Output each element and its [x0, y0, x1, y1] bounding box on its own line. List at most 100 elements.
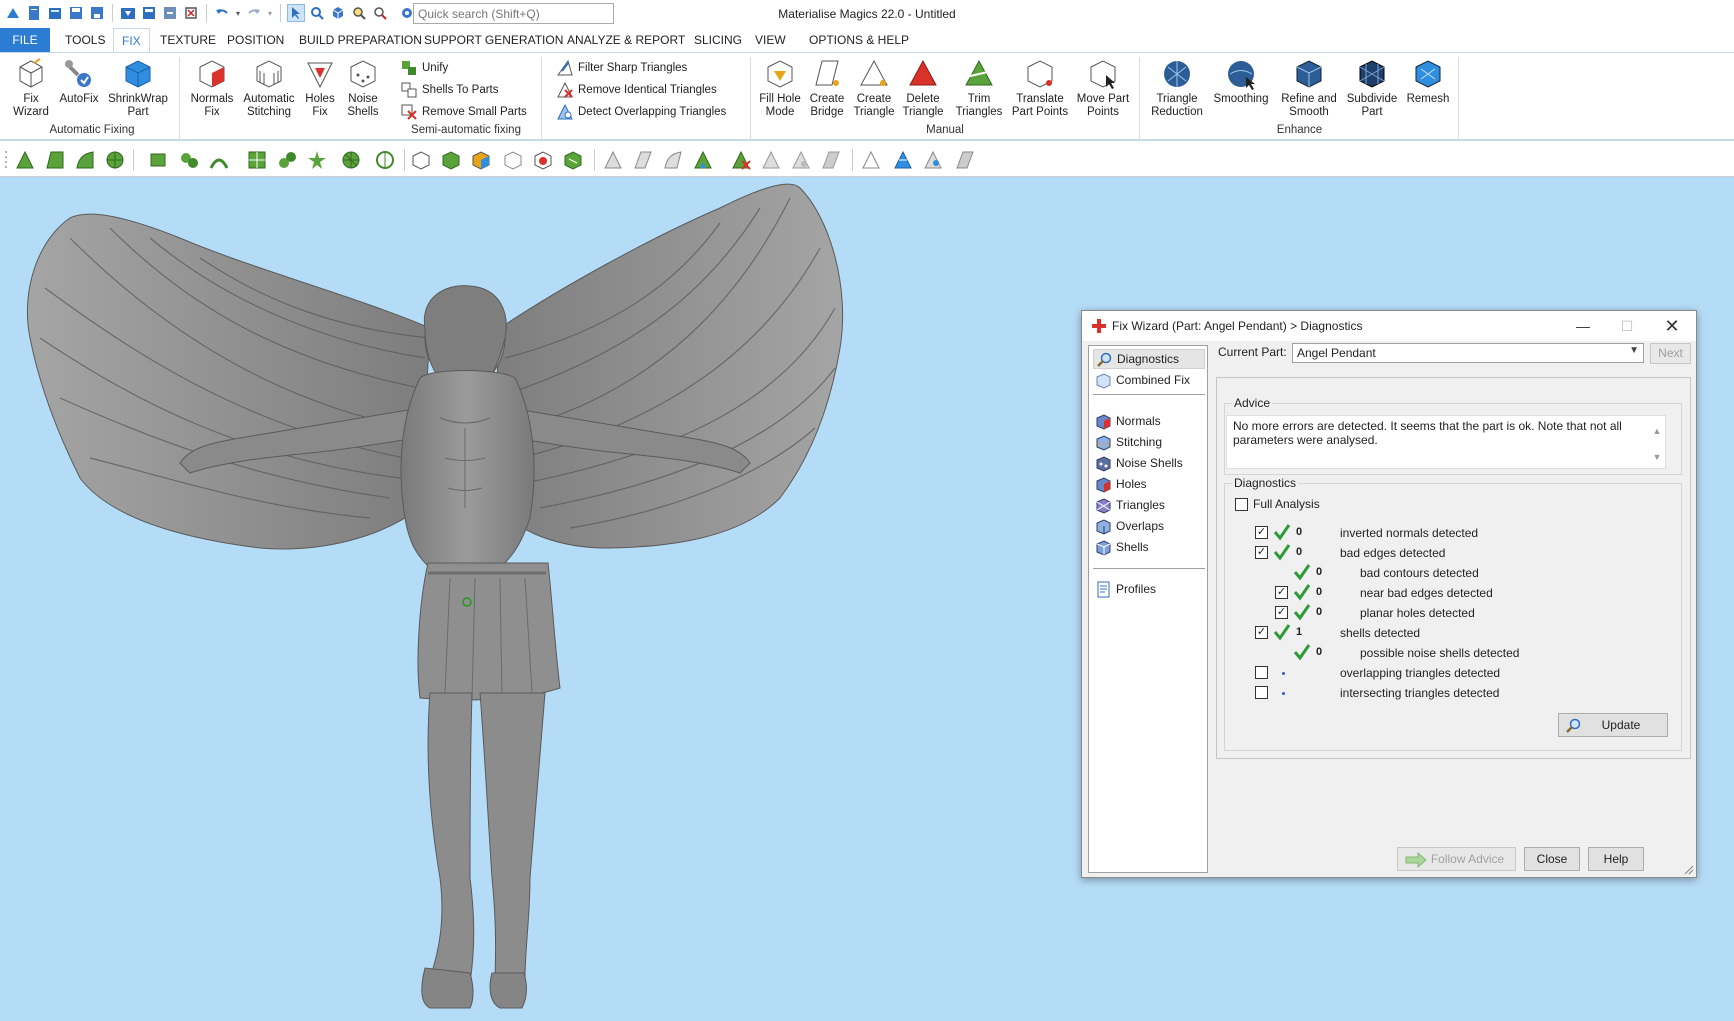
part-cube-outline-icon[interactable] [502, 149, 524, 171]
remove-small-parts-button[interactable]: Remove Small Parts [400, 102, 527, 122]
mark-lasso-icon[interactable] [178, 149, 200, 171]
nav-item-diagnostics[interactable]: Diagnostics [1093, 349, 1205, 369]
mark-grid-icon[interactable] [246, 149, 268, 171]
mark-triangle-icon[interactable] [14, 149, 36, 171]
close-button[interactable]: Close [1524, 847, 1580, 871]
mark-connected-icon[interactable] [276, 149, 298, 171]
search-triangle-icon[interactable] [922, 149, 944, 171]
marked-grey-3-icon[interactable] [820, 149, 842, 171]
overlapping-triangles-checkbox[interactable] [1255, 666, 1268, 679]
unmark-plane-icon[interactable] [632, 149, 654, 171]
close-window-button[interactable]: ✕ [1657, 315, 1687, 337]
bad-edges-checkbox[interactable]: ✓ [1255, 546, 1268, 559]
mark-shell-wire-icon[interactable] [374, 149, 396, 171]
automatic-stitching-button[interactable]: Automatic Stitching [240, 55, 298, 119]
window-title: Materialise Magics 22.0 - Untitled [778, 7, 956, 21]
tab-fix[interactable]: FIX [113, 28, 150, 52]
shrinkwrap-part-button[interactable]: ShrinkWrap Part [104, 55, 172, 119]
noise-shells-button[interactable]: Noise Shells [342, 55, 384, 119]
shells-to-parts-button[interactable]: Shells To Parts [400, 80, 499, 100]
full-analysis-checkbox[interactable] [1235, 498, 1248, 511]
tab-file[interactable]: FILE [0, 28, 50, 52]
follow-advice-button[interactable]: Follow Advice [1397, 847, 1516, 871]
holes-fix-button[interactable]: Holes Fix [300, 55, 340, 119]
fill-hole-mode-button[interactable]: Fill Hole Mode [757, 55, 803, 119]
next-button[interactable]: Next [1650, 343, 1691, 364]
invert-marking-icon[interactable] [692, 149, 714, 171]
remove-identical-triangles-button[interactable]: Remove Identical Triangles [556, 80, 717, 100]
trim-triangles-button[interactable]: Trim Triangles [949, 55, 1009, 119]
tab-tools[interactable]: TOOLS [57, 28, 113, 52]
profiles-document-icon [1097, 581, 1110, 597]
mark-window-icon[interactable] [148, 149, 170, 171]
advice-scrollbar[interactable]: ▲ ▼ [1651, 418, 1663, 470]
normals-fix-button[interactable]: Normals Fix [186, 55, 238, 119]
mark-star-icon[interactable] [306, 149, 328, 171]
unmark-triangle-icon[interactable] [602, 149, 624, 171]
delete-marked-icon[interactable] [730, 149, 752, 171]
nav-item-triangles[interactable]: Triangles [1093, 495, 1205, 515]
translate-part-points-button[interactable]: Translate Part Points [1010, 55, 1070, 119]
detect-overlapping-triangles-button[interactable]: Detect Overlapping Triangles [556, 102, 726, 122]
nav-item-noise-shells[interactable]: Noise Shells [1093, 453, 1205, 473]
remesh-button[interactable]: Remesh [1404, 55, 1452, 106]
tab-view[interactable]: VIEW [747, 28, 794, 52]
mark-surface-icon[interactable] [74, 149, 96, 171]
combined-fix-icon [1096, 372, 1111, 389]
minimize-button[interactable]: — [1568, 315, 1598, 337]
grey-triangle-icon[interactable] [954, 149, 976, 171]
mark-curve-icon[interactable] [208, 149, 230, 171]
nav-item-profiles[interactable]: Profiles [1093, 579, 1205, 599]
marked-grey-1-icon[interactable] [760, 149, 782, 171]
resize-grip-icon[interactable] [1684, 865, 1694, 875]
tab-position[interactable]: POSITION [219, 28, 292, 52]
nav-item-normals[interactable]: Normals [1093, 411, 1205, 431]
unmark-surface-icon[interactable] [662, 149, 684, 171]
nav-item-overlaps[interactable]: Overlaps [1093, 516, 1205, 536]
nav-item-combined-fix[interactable]: Combined Fix [1093, 370, 1205, 390]
tab-support-generation[interactable]: SUPPORT GENERATION [416, 28, 571, 52]
tab-build-preparation[interactable]: BUILD PREPARATION [291, 28, 430, 52]
nav-item-shells[interactable]: Shells [1093, 537, 1205, 557]
shells-checkbox[interactable]: ✓ [1255, 626, 1268, 639]
intersecting-triangles-checkbox[interactable] [1255, 686, 1268, 699]
marked-grey-2-icon[interactable] [790, 149, 812, 171]
triangle-reduction-button[interactable]: Triangle Reduction [1147, 55, 1207, 119]
unify-button[interactable]: Unify [400, 58, 448, 78]
part-cube-icon[interactable] [410, 149, 432, 171]
autofix-button[interactable]: AutoFix [56, 55, 102, 106]
mark-shell-icon[interactable] [104, 149, 126, 171]
nav-item-stitching[interactable]: Stitching [1093, 432, 1205, 452]
create-bridge-button[interactable]: Create Bridge [805, 55, 849, 119]
nav-item-holes[interactable]: Holes [1093, 474, 1205, 494]
current-part-select[interactable]: Angel Pendant ▼ [1292, 343, 1644, 363]
fix-wizard-button[interactable]: Fix Wizard [8, 55, 54, 119]
maximize-button[interactable]: ☐ [1612, 315, 1642, 337]
update-button[interactable]: Update [1558, 713, 1668, 737]
part-cube-green-icon[interactable] [440, 149, 462, 171]
full-analysis-label: Full Analysis [1253, 497, 1320, 511]
tab-slicing[interactable]: SLICING [686, 28, 750, 52]
mark-sphere-icon[interactable] [340, 149, 362, 171]
inverted-normals-checkbox[interactable]: ✓ [1255, 526, 1268, 539]
filter-sharp-triangles-button[interactable]: Filter Sharp Triangles [556, 58, 687, 78]
create-triangle-button[interactable]: Create Triangle [851, 55, 897, 119]
subdivide-part-button[interactable]: Subdivide Part [1343, 55, 1401, 119]
tab-texture[interactable]: TEXTURE [152, 28, 224, 52]
refine-and-smooth-button[interactable]: Refine and Smooth [1277, 55, 1341, 119]
part-cube-color-icon[interactable] [470, 149, 492, 171]
smoothing-button[interactable]: Smoothing [1211, 55, 1271, 106]
part-cube-invert-icon[interactable] [562, 149, 584, 171]
delete-triangle-button[interactable]: Delete Triangle [899, 55, 947, 119]
move-part-points-button[interactable]: Move Part Points [1073, 55, 1133, 119]
tab-analyze-report[interactable]: ANALYZE & REPORT [559, 28, 693, 52]
planar-holes-checkbox[interactable]: ✓ [1275, 606, 1288, 619]
near-bad-edges-checkbox[interactable]: ✓ [1275, 586, 1288, 599]
wire-triangle-icon[interactable] [860, 149, 882, 171]
blue-triangle-icon[interactable] [892, 149, 914, 171]
mark-plane-icon[interactable] [44, 149, 66, 171]
unify-icon [402, 61, 416, 75]
help-button[interactable]: Help [1588, 847, 1644, 871]
part-cube-red-icon[interactable] [532, 149, 554, 171]
tab-options-help[interactable]: OPTIONS & HELP [801, 28, 917, 52]
